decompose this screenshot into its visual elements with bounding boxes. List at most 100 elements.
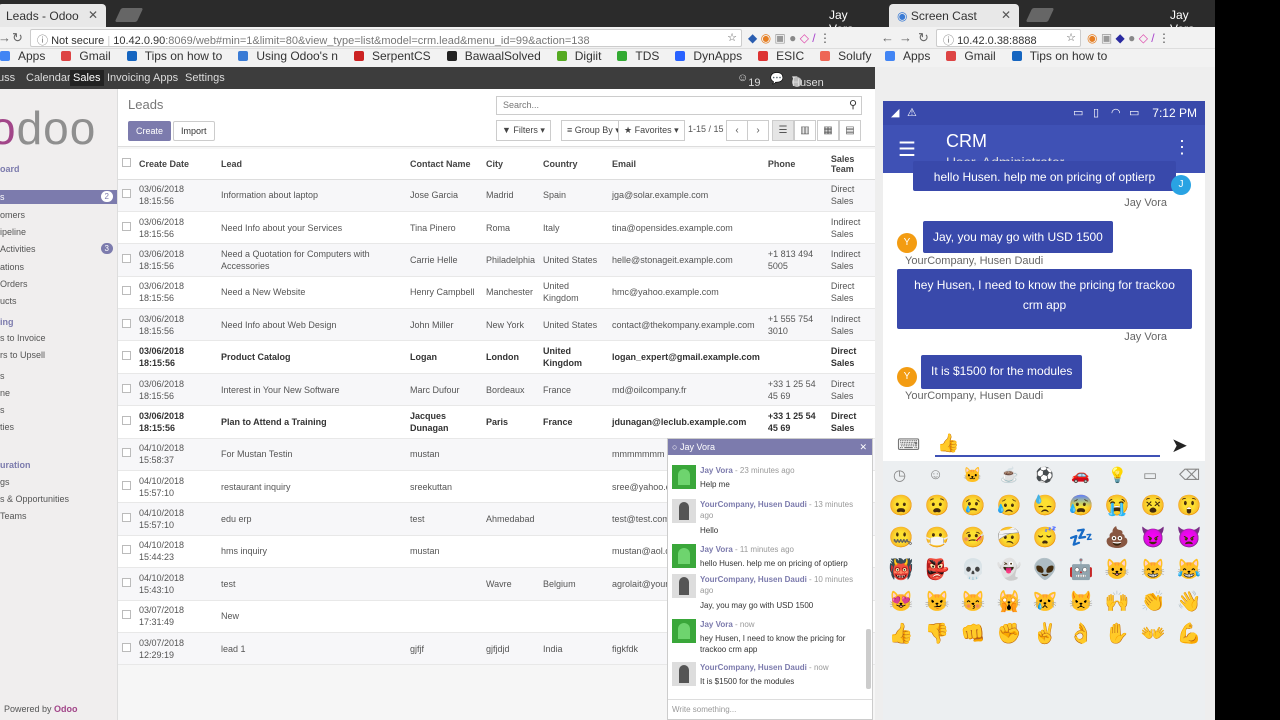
emoji-key[interactable]: 😵 <box>1139 493 1167 518</box>
bookmark-item[interactable]: Using Odoo's n <box>238 49 346 63</box>
bookmark-item[interactable]: Solufy <box>820 49 875 63</box>
table-row[interactable]: 03/06/2018 18:15:56 Product Catalog Logan L… <box>118 340 875 374</box>
emoji-key[interactable]: 👊 <box>959 621 987 646</box>
sidebar-item[interactable]: rs to Upsell <box>0 348 117 362</box>
row-checkbox[interactable] <box>118 243 135 277</box>
column-phone[interactable]: Phone <box>763 149 827 180</box>
search-input[interactable]: Search... ⚲ <box>496 96 862 115</box>
row-checkbox[interactable] <box>118 179 135 212</box>
sidebar-item[interactable]: s2 <box>0 190 117 204</box>
emoji-key[interactable]: 👎 <box>923 621 951 646</box>
import-button[interactable]: Import <box>173 121 215 141</box>
emoji-key[interactable]: 😺 <box>1103 557 1131 582</box>
hamburger-menu-icon[interactable]: ☰ <box>898 137 916 162</box>
column-city[interactable]: City <box>482 149 540 180</box>
row-checkbox[interactable] <box>118 535 135 569</box>
sidebar-item[interactable]: s <box>0 403 117 417</box>
extension-icon[interactable]: ▣ <box>774 31 785 45</box>
bookmark-item[interactable]: Tips on how to <box>126 49 231 63</box>
pager-value[interactable]: 1-15 / 15 <box>688 124 724 134</box>
new-tab-button[interactable] <box>1025 8 1055 22</box>
close-tab-icon[interactable]: ✕ <box>1001 8 1011 22</box>
tab-screen-cast[interactable]: ◉ Screen Cast ✕ <box>889 4 1019 27</box>
table-row[interactable]: 03/06/2018 18:15:56 Need Info about Web D… <box>118 308 875 342</box>
extension-icon[interactable]: ◆ <box>1116 31 1125 45</box>
emoji-key[interactable]: 💩 <box>1103 525 1131 550</box>
emoji-key[interactable]: 😢 <box>959 493 987 518</box>
backspace-icon[interactable]: ⌫ <box>1179 466 1200 484</box>
notifications-icon[interactable]: ☺ 19 <box>737 72 760 89</box>
row-checkbox[interactable] <box>118 502 135 536</box>
message-author[interactable]: Jay Vora <box>700 545 733 554</box>
sidebar-item[interactable]: Teams <box>0 509 117 523</box>
favorites-button[interactable]: ★ Favorites ▾ <box>618 120 685 141</box>
extension-icon[interactable]: ◇ <box>1139 31 1148 45</box>
emoji-key[interactable]: 😾 <box>1067 589 1095 614</box>
extension-icon[interactable]: ◆ <box>748 31 757 45</box>
row-checkbox[interactable] <box>118 632 135 666</box>
calendar-view-icon[interactable]: ▤ <box>839 120 861 141</box>
emoji-key[interactable]: 🤖 <box>1067 557 1095 582</box>
close-chat-icon[interactable]: ✕ <box>859 439 867 455</box>
row-checkbox[interactable] <box>118 470 135 504</box>
chat-header[interactable]: ○ Jay Vora ✕ <box>668 439 872 455</box>
extension-icon[interactable]: ▣ <box>1101 31 1112 45</box>
row-checkbox[interactable] <box>118 567 135 601</box>
bookmark-star-icon[interactable]: ☆ <box>727 31 737 44</box>
group-by-button[interactable]: ≡ Group By ▾ <box>561 120 626 141</box>
info-icon[interactable]: ⓘ <box>37 35 48 46</box>
table-row[interactable]: 03/06/2018 18:15:56 Interest in Your New … <box>118 373 875 407</box>
sidebar-item[interactable]: s <box>0 369 117 383</box>
list-view-icon[interactable]: ☰ <box>772 120 794 141</box>
sport-icon[interactable]: ⚽ <box>1035 466 1054 484</box>
extension-icon[interactable]: ◉ <box>1087 31 1097 45</box>
chat-icon[interactable]: 💬 <box>770 72 784 85</box>
send-icon[interactable]: ➤ <box>1171 433 1188 458</box>
graph-view-icon[interactable]: ▥ <box>794 120 816 141</box>
emoji-key[interactable]: 😭 <box>1103 493 1131 518</box>
emoji-key[interactable]: 😓 <box>1031 493 1059 518</box>
row-checkbox[interactable] <box>118 405 135 439</box>
recent-icon[interactable]: ◷ <box>893 466 906 484</box>
bookmark-item[interactable]: Digiit <box>556 49 610 63</box>
extension-icon[interactable]: / <box>1151 31 1154 45</box>
bookmark-item[interactable]: Tips on how to <box>1011 49 1116 63</box>
emoji-key[interactable]: 😷 <box>923 525 951 550</box>
emoji-key[interactable]: 🤒 <box>959 525 987 550</box>
emoji-key[interactable]: 😦 <box>887 493 915 518</box>
emoji-key[interactable]: 💪 <box>1175 621 1203 646</box>
extension-icon[interactable]: ● <box>789 31 796 45</box>
column-lead[interactable]: Lead <box>217 149 406 180</box>
row-checkbox[interactable] <box>118 600 135 633</box>
extension-icon[interactable]: ◉ <box>761 31 771 45</box>
travel-icon[interactable]: 🚗 <box>1071 466 1090 484</box>
sidebar-item[interactable]: Activities 3 <box>0 242 117 256</box>
search-icon[interactable]: ⚲ <box>849 98 857 111</box>
message-author[interactable]: Jay Vora <box>700 466 733 475</box>
emoji-key[interactable]: 👌 <box>1067 621 1095 646</box>
emoji-key[interactable]: 😧 <box>923 493 951 518</box>
emoji-key[interactable]: 💤 <box>1067 525 1095 550</box>
table-row[interactable]: 03/06/2018 18:15:56 Need Info about your … <box>118 211 875 245</box>
back-icon[interactable]: ← <box>881 30 894 45</box>
menu-item-calendar[interactable]: Calendar <box>26 72 71 84</box>
chat-scrollbar[interactable] <box>866 629 871 689</box>
bookmark-item[interactable]: DynApps <box>675 49 750 63</box>
url-input[interactable]: ⓘ 10.42.0.38:8888 ☆ <box>936 29 1081 47</box>
column-country[interactable]: Country <box>539 149 609 180</box>
sidebar-item[interactable]: ations <box>0 260 117 274</box>
sidebar-item[interactable]: s to Invoice <box>0 331 117 345</box>
message-author[interactable]: YourCompany, Husen Daudi <box>700 500 807 509</box>
table-row[interactable]: 03/06/2018 18:15:56 Information about lap… <box>118 179 875 212</box>
new-tab-button[interactable] <box>114 8 144 22</box>
forward-icon[interactable]: → <box>0 30 11 45</box>
extension-icon[interactable]: / <box>812 31 815 45</box>
row-checkbox[interactable] <box>118 211 135 245</box>
bookmark-item[interactable]: BawaalSolved <box>446 49 549 63</box>
emoji-key[interactable]: 👋 <box>1175 589 1203 614</box>
pivot-view-icon[interactable]: ▦ <box>817 120 839 141</box>
bookmark-item[interactable]: SerpentCS <box>353 49 439 63</box>
column-create-date[interactable]: Create Date <box>135 149 217 180</box>
row-checkbox[interactable] <box>118 308 135 342</box>
row-checkbox[interactable] <box>118 340 135 374</box>
